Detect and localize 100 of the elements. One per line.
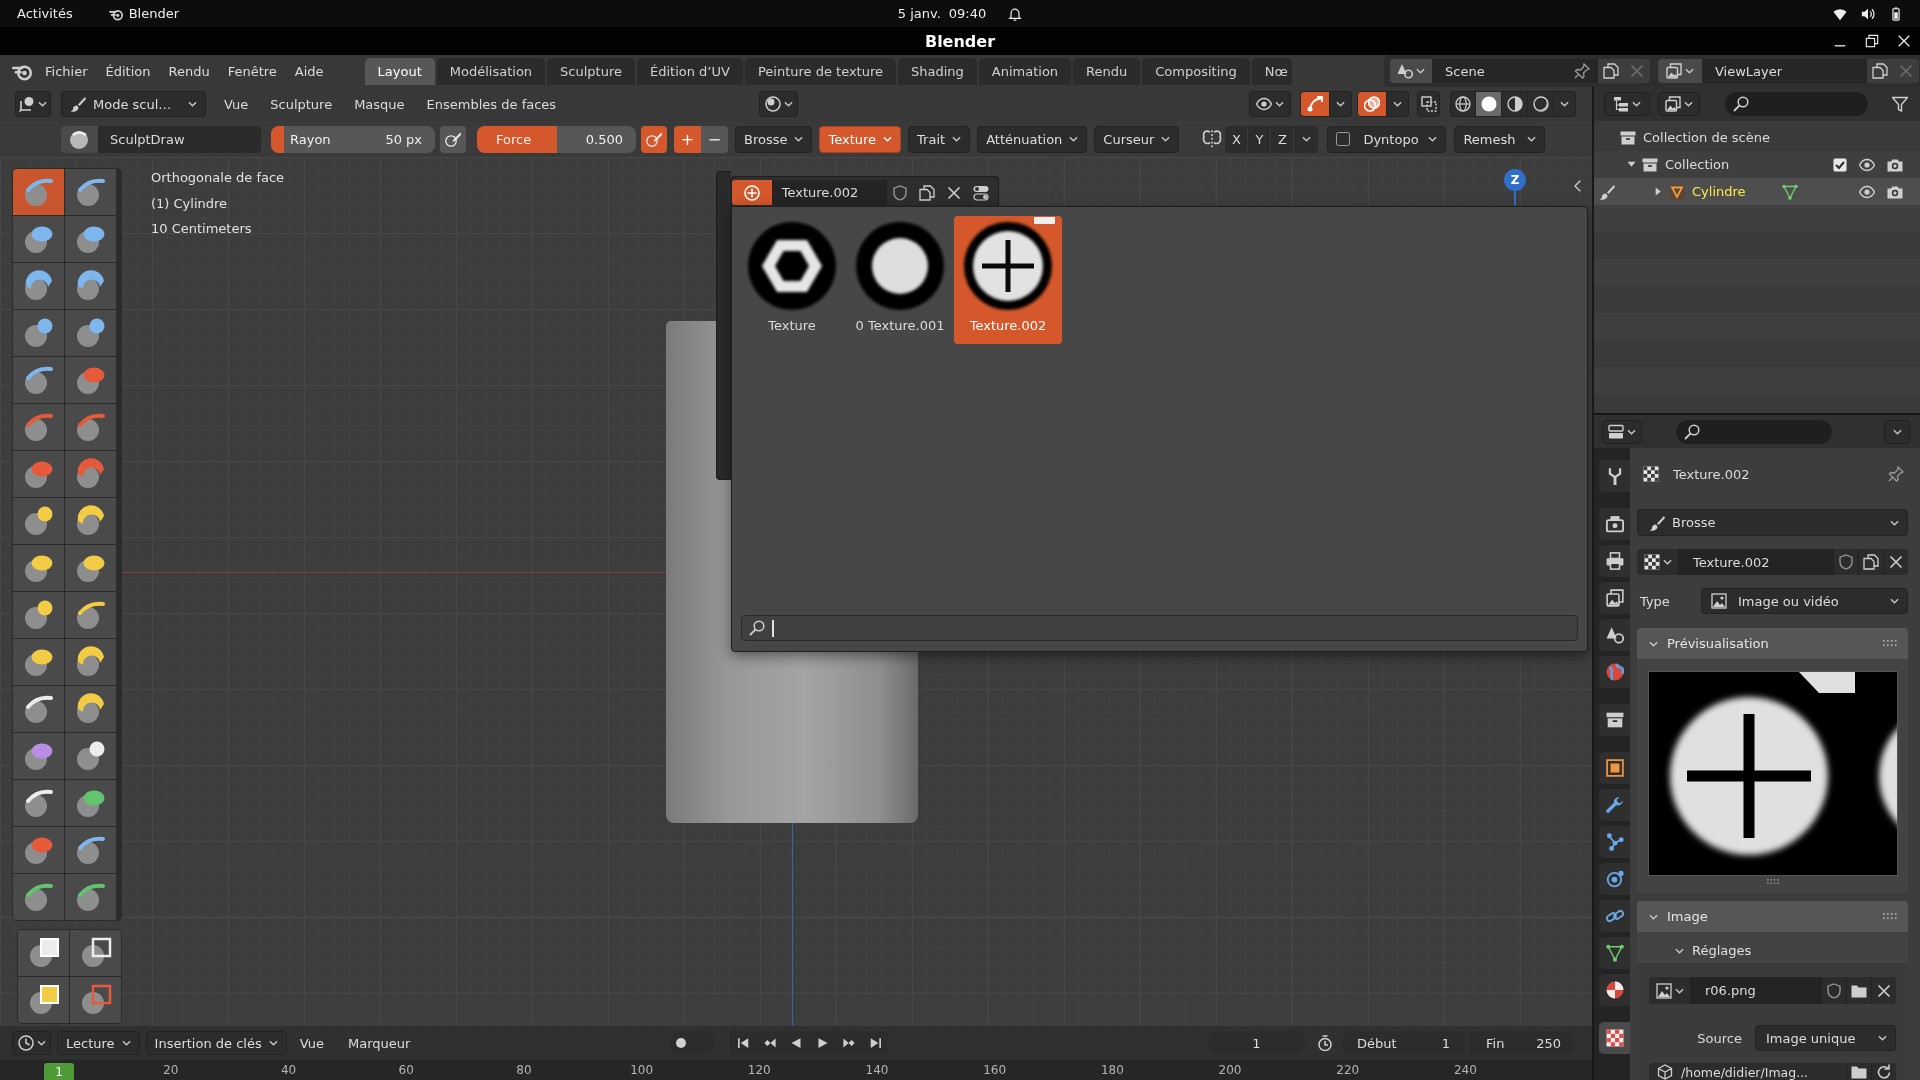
pin-icon[interactable]: [1574, 63, 1590, 79]
direction-button[interactable]: −: [701, 125, 728, 153]
tool-button[interactable]: [65, 169, 116, 215]
tool-button[interactable]: [13, 310, 64, 356]
stopwatch-icon[interactable]: [1317, 1035, 1333, 1051]
remesh-dropdown[interactable]: Remesh: [1454, 125, 1546, 153]
workspace-tab[interactable]: Shading: [898, 58, 977, 85]
checkbox[interactable]: [1833, 157, 1847, 172]
menu-item[interactable]: Vue: [213, 96, 260, 112]
shield-button[interactable]: [1833, 549, 1858, 575]
visibility-dropdown[interactable]: [1249, 91, 1291, 117]
texture-name-field[interactable]: Texture.002: [771, 180, 887, 205]
editor-type-dropdown[interactable]: [15, 91, 51, 117]
triangle-down-icon[interactable]: [1626, 160, 1636, 169]
texture-browse-dropdown[interactable]: [1637, 549, 1679, 575]
axis-toggle[interactable]: Y: [1248, 125, 1272, 153]
eye-icon[interactable]: [1859, 183, 1875, 200]
checkbox[interactable]: [1336, 132, 1351, 146]
type-dropdown[interactable]: Image ou vidéo: [1701, 588, 1908, 614]
menu-item[interactable]: Masque: [343, 96, 416, 112]
settings-dropdown[interactable]: Curseur: [1094, 125, 1180, 153]
copy-button[interactable]: [1598, 59, 1624, 83]
brush-icon[interactable]: [1599, 183, 1615, 200]
source-dropdown[interactable]: Image unique: [1755, 1025, 1896, 1051]
activities-button[interactable]: Activités: [17, 6, 73, 21]
copy-button[interactable]: [1867, 59, 1893, 83]
shading-options-dropdown[interactable]: [1554, 91, 1576, 117]
properties-tab[interactable]: [1599, 460, 1630, 492]
tool-button[interactable]: [13, 874, 64, 920]
end-frame-field[interactable]: Fin 250: [1470, 1031, 1575, 1055]
tool-button[interactable]: [13, 639, 64, 685]
panel-header[interactable]: Prévisualisation: [1637, 628, 1908, 659]
triangle-right-icon[interactable]: [1653, 187, 1663, 196]
shading-button[interactable]: [1502, 91, 1528, 117]
properties-tab[interactable]: [1599, 826, 1630, 858]
properties-tab[interactable]: [1599, 582, 1630, 614]
tool-button[interactable]: [65, 686, 116, 732]
gizmo-options-dropdown[interactable]: [1330, 91, 1352, 117]
settings-dropdown[interactable]: Brosse: [735, 125, 813, 153]
shading-button[interactable]: [1476, 91, 1502, 117]
properties-tab[interactable]: [1599, 900, 1630, 932]
open-button[interactable]: [1846, 977, 1871, 1004]
texture-browse-button[interactable]: [732, 180, 772, 205]
workspace-tab[interactable]: Édition d’UV: [637, 58, 743, 85]
workspace-tab[interactable]: Nœ: [1251, 58, 1292, 85]
tool-button[interactable]: [65, 592, 116, 638]
tool-button[interactable]: [13, 780, 64, 826]
menu-item[interactable]: Fichier: [36, 63, 97, 79]
timeline-dropdown[interactable]: Lecture: [57, 1031, 140, 1055]
properties-tab[interactable]: [1599, 508, 1630, 540]
tool-button[interactable]: [13, 592, 64, 638]
image-browse-dropdown[interactable]: [1649, 977, 1691, 1004]
tool-button[interactable]: [18, 977, 69, 1023]
properties-tab[interactable]: [1599, 619, 1630, 651]
workspace-tab[interactable]: Peinture de texture: [744, 58, 896, 85]
grip-dots-icon[interactable]: [1882, 640, 1898, 647]
texture-item[interactable]: Texture: [738, 216, 846, 344]
menu-item[interactable]: Marqueur: [336, 1035, 422, 1051]
brush-selector[interactable]: SculptDraw: [61, 125, 261, 153]
settings-dropdown[interactable]: Trait: [908, 125, 971, 153]
texture-item[interactable]: 0 Texture.001: [846, 216, 954, 344]
axis-toggle[interactable]: X: [1225, 125, 1249, 153]
scene-dropdown[interactable]: [1390, 59, 1432, 83]
resize-handle-icon[interactable]: [1766, 879, 1779, 884]
editor-type-dropdown[interactable]: [1602, 419, 1642, 444]
properties-tab[interactable]: [1599, 789, 1630, 821]
search-field[interactable]: [1676, 419, 1832, 444]
outliner-row[interactable]: Collection de scène: [1594, 124, 1920, 151]
workspace-tab[interactable]: Layout: [364, 58, 435, 85]
menu-item[interactable]: Sculpture: [259, 96, 344, 112]
tool-button[interactable]: [65, 874, 116, 920]
tool-button[interactable]: [65, 639, 116, 685]
properties-tab[interactable]: [1599, 1022, 1630, 1054]
reload-button[interactable]: [1871, 1063, 1896, 1080]
wifi-icon[interactable]: [1833, 6, 1847, 21]
value-slider[interactable]: Force 0.500: [477, 125, 636, 153]
tool-button[interactable]: [65, 545, 116, 591]
file-path-field[interactable]: /home/didier/Imag...: [1649, 1063, 1846, 1080]
copy-button[interactable]: [1858, 549, 1883, 575]
properties-tab[interactable]: [1599, 545, 1630, 577]
overlay-options-dropdown[interactable]: [1387, 91, 1409, 117]
workspace-tab[interactable]: Modélisation: [436, 58, 546, 85]
gizmo-axis-handle[interactable]: Z: [1504, 169, 1526, 191]
panel-header[interactable]: Image: [1637, 901, 1908, 932]
current-frame-field[interactable]: 1: [1208, 1031, 1305, 1055]
dyntopo-dropdown[interactable]: Dyntopo: [1327, 125, 1447, 153]
tool-button[interactable]: [65, 216, 116, 262]
properties-tab[interactable]: [1599, 863, 1630, 895]
display-mode-dropdown[interactable]: [1658, 92, 1700, 116]
menu-item[interactable]: Aide: [285, 63, 333, 79]
pressure-toggle[interactable]: [641, 125, 667, 153]
properties-tab[interactable]: [1599, 656, 1630, 688]
mesh-triangle-icon[interactable]: [1781, 183, 1798, 200]
axis-options-dropdown[interactable]: [1294, 125, 1319, 153]
workspace-tab[interactable]: Rendu: [1073, 58, 1141, 85]
menu-item[interactable]: Édition: [96, 63, 160, 79]
display-dropdown[interactable]: [759, 91, 798, 117]
context-dropdown[interactable]: Brosse: [1637, 509, 1908, 536]
properties-tab[interactable]: [1599, 974, 1630, 1006]
overlay-toggle[interactable]: [1357, 91, 1387, 117]
